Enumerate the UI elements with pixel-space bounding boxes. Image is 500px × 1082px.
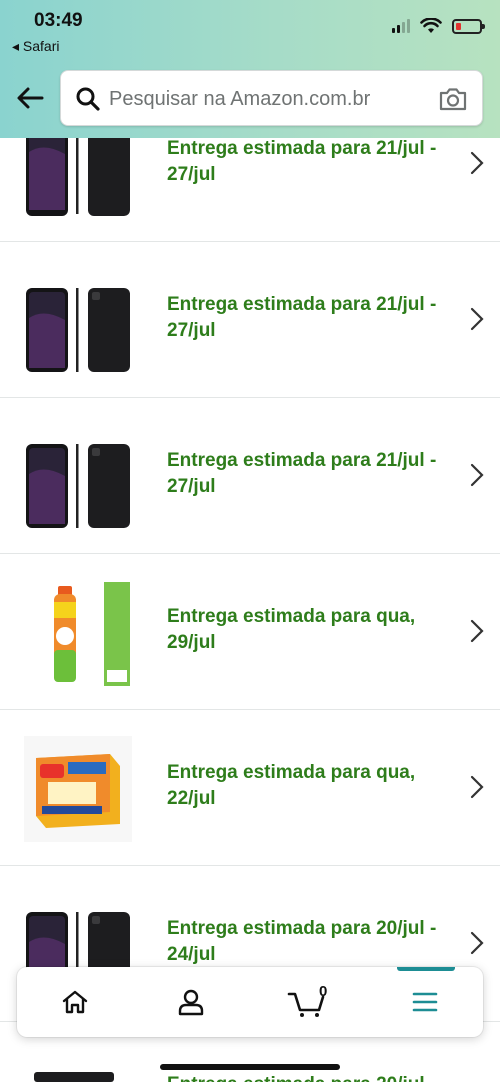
home-indicator[interactable] — [160, 1064, 340, 1070]
search-box[interactable] — [60, 70, 483, 126]
menu-icon — [412, 992, 438, 1012]
nav-menu[interactable] — [367, 967, 483, 1037]
chevron-right-icon[interactable] — [470, 463, 484, 487]
delivery-estimate: Entrega estimada para 21/jul - 27/jul — [167, 138, 437, 185]
account-icon — [178, 989, 204, 1016]
chevron-right-icon[interactable] — [470, 931, 484, 955]
nav-home[interactable] — [17, 967, 133, 1037]
iphone-product-image — [34, 1072, 114, 1082]
delivery-estimate: Entrega estimada para 21/jul - 27/jul — [167, 450, 437, 497]
bottom-nav: 0 — [17, 967, 483, 1037]
back-arrow-icon[interactable] — [14, 82, 46, 114]
order-row[interactable]: Entrega estimada para qua, 22/jul — [0, 710, 500, 866]
iphone-product-image — [26, 444, 130, 528]
battery-icon — [452, 18, 485, 34]
delivery-estimate: Entrega estimada para 21/jul - 27/jul — [167, 294, 437, 341]
delivery-estimate: Entrega estimada para qua, 22/jul — [167, 762, 416, 809]
iphone-product-image — [26, 288, 130, 372]
search-icon — [76, 87, 100, 111]
cart-count-badge: 0 — [319, 983, 328, 1000]
insecticide-aerosol-image — [54, 582, 130, 686]
nav-cart[interactable]: 0 — [249, 967, 365, 1037]
chevron-right-icon[interactable] — [470, 775, 484, 799]
signal-icon — [392, 19, 410, 33]
status-icons — [392, 18, 485, 34]
status-time: 03:49 — [34, 10, 83, 31]
header: 03:49 ◂ Safari — [0, 0, 500, 138]
camera-icon[interactable] — [438, 85, 468, 113]
chevron-right-icon[interactable] — [470, 619, 484, 643]
order-row[interactable]: Entrega estimada para qua, 29/jul — [0, 554, 500, 710]
delivery-estimate: Entrega estimada para qua, 29/jul — [167, 606, 416, 653]
delivery-estimate: Entrega estimada para 20/jul - 24/jul — [167, 918, 437, 965]
order-row[interactable]: Entrega estimada para 21/jul - 27/jul — [0, 398, 500, 554]
order-row-partial[interactable]: Entrega estimada para 20/jul — [0, 1040, 500, 1082]
order-list: Entrega estimada para 21/jul - 27/jul En… — [0, 86, 500, 1022]
order-row[interactable]: Entrega estimada para 21/jul - 27/jul — [0, 242, 500, 398]
insecticide-refill-box-image — [24, 736, 132, 842]
search-input[interactable] — [109, 81, 429, 117]
chevron-right-icon[interactable] — [470, 307, 484, 331]
nav-account[interactable] — [133, 967, 249, 1037]
delivery-estimate: Entrega estimada para 20/jul — [167, 1074, 425, 1082]
wifi-icon — [420, 18, 442, 33]
back-to-safari[interactable]: ◂ Safari — [12, 38, 60, 55]
chevron-right-icon[interactable] — [470, 151, 484, 175]
home-icon — [62, 990, 88, 1014]
